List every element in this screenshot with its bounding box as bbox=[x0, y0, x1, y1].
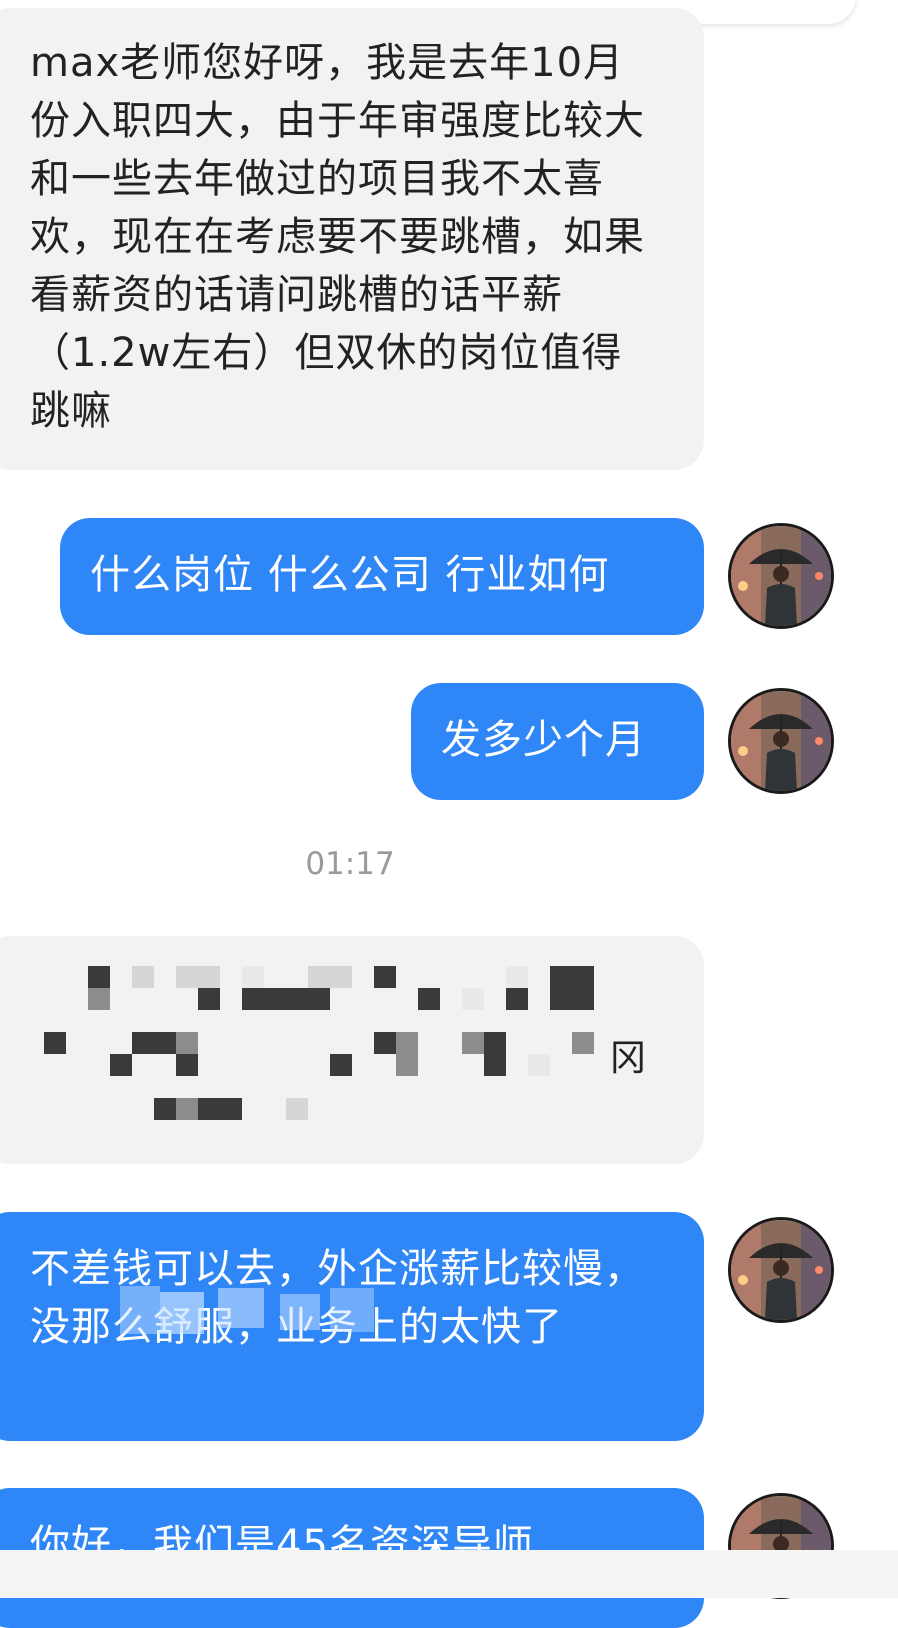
avatar[interactable] bbox=[728, 523, 834, 629]
message-text: 发多少个月 bbox=[441, 717, 646, 763]
avatar[interactable] bbox=[728, 1217, 834, 1323]
avatar-image bbox=[731, 1220, 831, 1320]
message-text: max老师您好呀，我是去年10月份入职四大，由于年审强度比较大和一些去年做过的项… bbox=[30, 40, 645, 434]
avatar-image bbox=[731, 691, 831, 791]
outgoing-message-months[interactable]: 发多少个月 bbox=[411, 683, 704, 800]
outgoing-message-position[interactable]: 什么岗位 什么公司 行业如何 bbox=[60, 518, 704, 635]
avatar[interactable] bbox=[728, 688, 834, 794]
bottom-bar bbox=[0, 1550, 898, 1598]
message-text-fragment: 冈 bbox=[610, 1038, 648, 1079]
avatar-image bbox=[731, 526, 831, 626]
message-text: 什么岗位 什么公司 行业如何 bbox=[90, 552, 610, 598]
outgoing-message-advice[interactable]: 不差钱可以去，外企涨薪比较慢，没那么舒服，业务上的太快了 bbox=[0, 1212, 704, 1441]
incoming-message-question[interactable]: max老师您好呀，我是去年10月份入职四大，由于年审强度比较大和一些去年做过的项… bbox=[0, 8, 704, 470]
incoming-message-redacted[interactable]: 冈 bbox=[0, 936, 704, 1164]
message-timestamp: 01:17 bbox=[305, 846, 395, 882]
